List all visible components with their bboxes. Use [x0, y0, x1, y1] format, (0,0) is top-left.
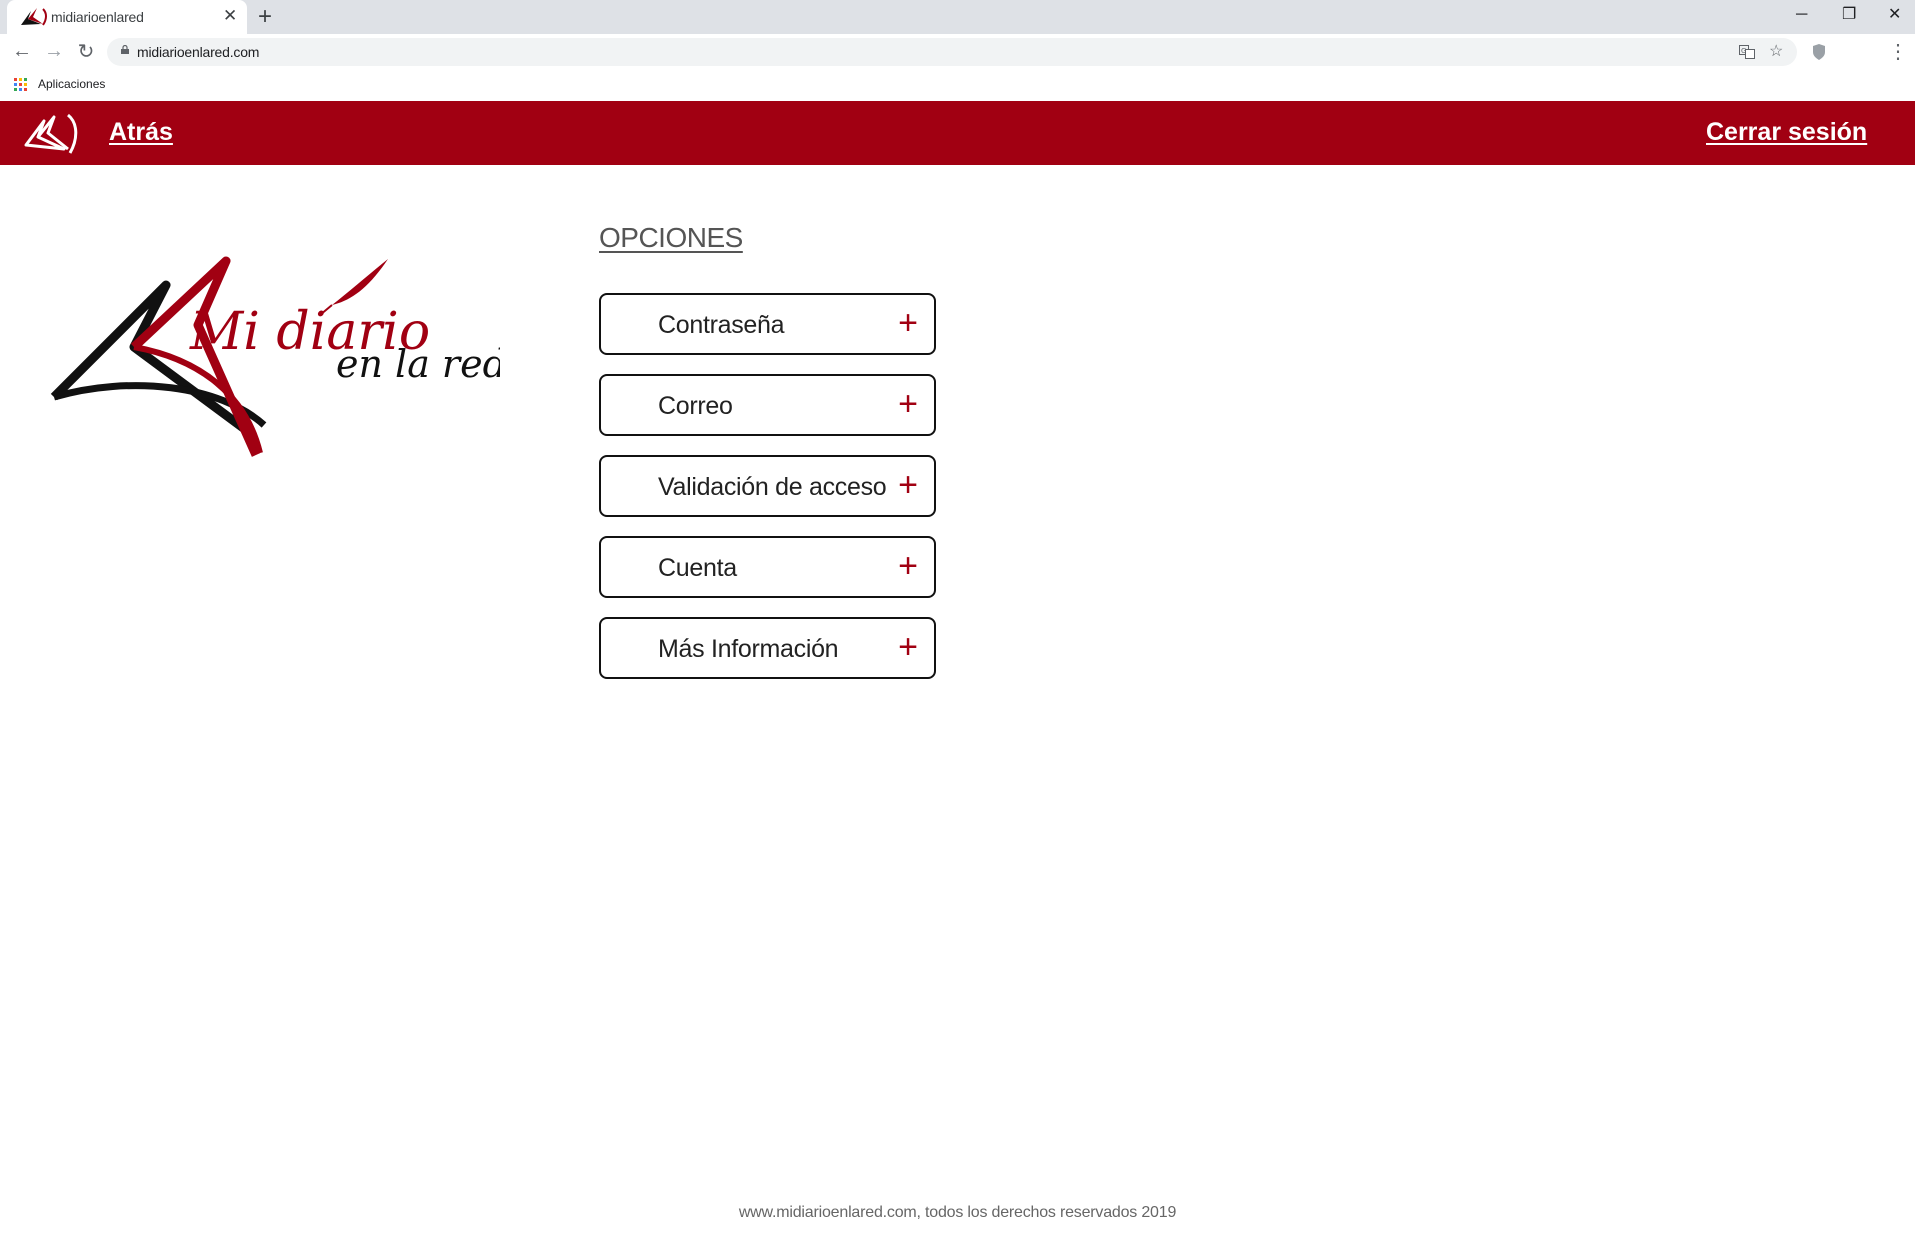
reload-icon[interactable]: ↻ [74, 39, 98, 63]
browser-toolbar: ← → ↻ midiarioenlared.com G ☆ ⋮ [0, 34, 1915, 70]
plus-icon[interactable]: + [898, 465, 918, 505]
plus-icon[interactable]: + [898, 303, 918, 343]
option-contrasena[interactable]: Contraseña + [599, 293, 936, 355]
browser-tabstrip: midiarioenlared ✕ + ─ ❐ ✕ [0, 0, 1915, 34]
site-favicon-icon [21, 8, 47, 26]
option-label: Validación de acceso [658, 473, 887, 501]
logout-link[interactable]: Cerrar sesión [1706, 118, 1867, 147]
site-logo-icon[interactable] [24, 109, 82, 157]
back-arrow-icon[interactable]: ← [10, 39, 34, 63]
tab-close-icon[interactable]: ✕ [223, 6, 237, 26]
new-tab-button[interactable]: + [258, 3, 272, 31]
options-list: Contraseña + Correo + Validación de acce… [599, 293, 936, 698]
option-cuenta[interactable]: Cuenta + [599, 536, 936, 598]
plus-icon[interactable]: + [898, 546, 918, 586]
apps-grid-icon[interactable] [14, 78, 28, 92]
site-header: Atrás Cerrar sesión [0, 101, 1915, 165]
option-label: Más Información [658, 635, 839, 663]
option-validacion-acceso[interactable]: Validación de acceso + [599, 455, 936, 517]
bookmark-apps-label[interactable]: Aplicaciones [38, 77, 105, 91]
translate-icon[interactable]: G [1739, 45, 1755, 59]
address-bar[interactable]: midiarioenlared.com G ☆ [107, 38, 1797, 66]
star-icon[interactable]: ☆ [1769, 41, 1783, 61]
bookmarks-bar: Aplicaciones [0, 70, 1915, 100]
logo-line2: en la red... [336, 342, 500, 386]
plus-icon[interactable]: + [898, 627, 918, 667]
restore-window-button[interactable]: ❐ [1842, 3, 1856, 27]
browser-tab[interactable]: midiarioenlared ✕ [7, 0, 247, 34]
back-link[interactable]: Atrás [109, 118, 173, 147]
svg-text:G: G [1741, 47, 1746, 55]
tab-title: midiarioenlared [51, 9, 144, 25]
option-label: Cuenta [658, 554, 737, 582]
url-text[interactable]: midiarioenlared.com [137, 44, 259, 60]
brand-logo: Mi diario en la red... [50, 256, 500, 457]
footer-copyright: www.midiarioenlared.com, todos los derec… [738, 1204, 1177, 1221]
option-correo[interactable]: Correo + [599, 374, 936, 436]
close-window-button[interactable]: ✕ [1888, 3, 1901, 27]
browser-menu-icon[interactable]: ⋮ [1886, 39, 1910, 63]
option-label: Contraseña [658, 311, 785, 339]
shield-extension-icon[interactable] [1813, 44, 1825, 60]
options-title: OPCIONES [599, 222, 743, 253]
option-mas-informacion[interactable]: Más Información + [599, 617, 936, 679]
lock-icon [121, 45, 129, 54]
plus-icon[interactable]: + [898, 384, 918, 424]
option-label: Correo [658, 392, 733, 420]
minimize-window-button[interactable]: ─ [1796, 3, 1807, 27]
forward-arrow-icon[interactable]: → [42, 39, 66, 63]
